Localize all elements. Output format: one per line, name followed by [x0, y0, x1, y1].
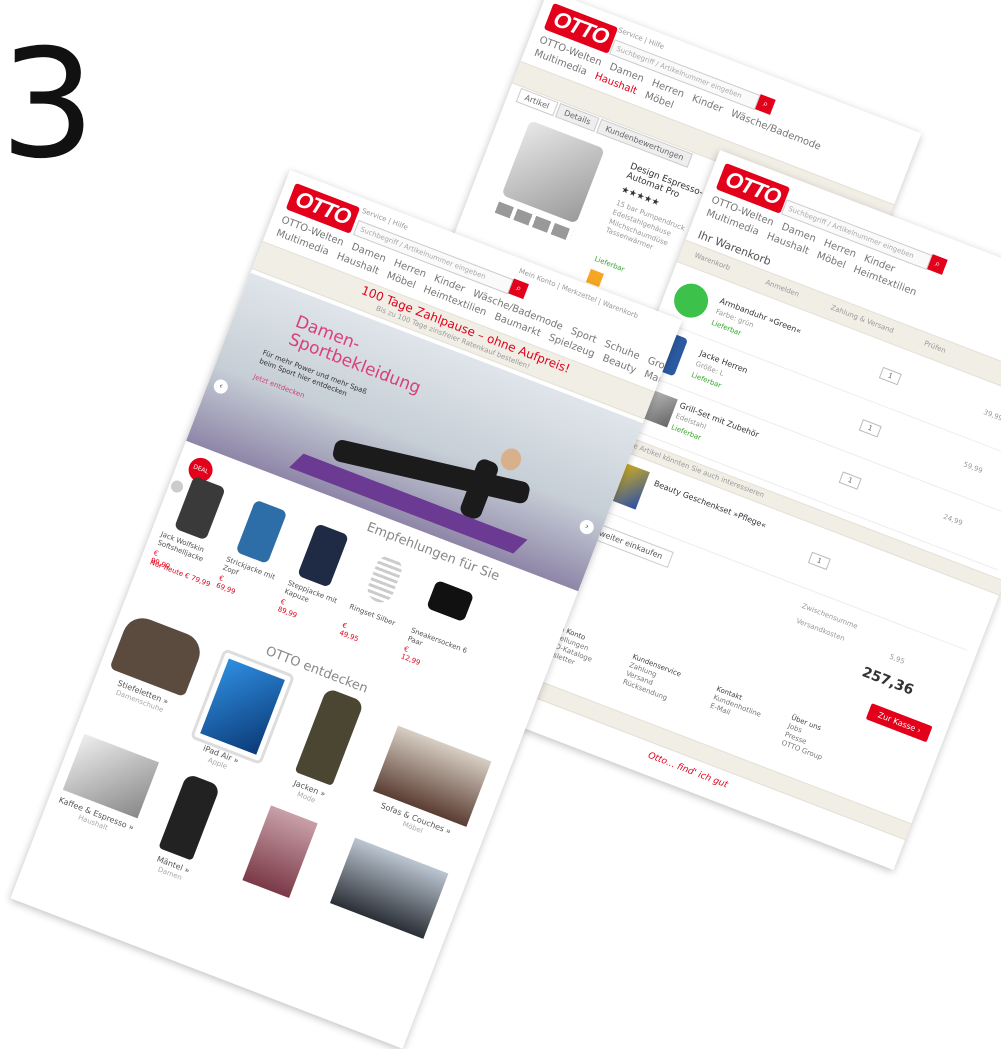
carousel-next-icon[interactable]: › [577, 518, 596, 537]
product-image[interactable] [235, 499, 288, 565]
category-image-pyjama[interactable] [242, 805, 318, 899]
item-price: 24,99 [942, 512, 964, 528]
step-payment: Zahlung & Versand [829, 303, 895, 335]
footer-col: Über uns Jobs Presse OTTO Group [780, 714, 833, 763]
category-image-jacket[interactable] [294, 687, 365, 786]
quantity-field[interactable]: 1 [878, 366, 902, 386]
product-image[interactable] [363, 552, 406, 607]
step-cart: Warenkorb [693, 251, 732, 273]
shipping-value: 5,95 [888, 652, 906, 666]
carousel-dot-icon[interactable] [169, 478, 185, 495]
product-price: € 49,95 [338, 621, 360, 644]
carousel-prev-icon[interactable]: ‹ [211, 377, 230, 396]
item-price: 59,99 [962, 460, 984, 476]
quantity-field[interactable]: 1 [838, 471, 862, 490]
product-image[interactable] [426, 579, 475, 623]
product-image[interactable] [297, 523, 349, 588]
checkout-button[interactable]: Zur Kasse › [865, 703, 933, 743]
ipad-screen [200, 658, 285, 755]
feature-list: 15 bar Pumpendruck Edelstahlgehäuse Milc… [604, 199, 686, 262]
category-image-coat[interactable] [158, 773, 221, 861]
quantity-field[interactable]: 1 [807, 551, 831, 571]
category-image-outdoor[interactable] [329, 837, 449, 939]
quantity-field[interactable]: 1 [858, 419, 882, 438]
cart-total: 257,36 [859, 664, 916, 699]
step-review: Prüfen [922, 339, 947, 355]
footer-col: Kundenservice Zahlung Versand Rücksendun… [621, 653, 683, 705]
watch-image[interactable] [669, 278, 714, 323]
footer-col: Kontakt Kundenhotline E-Mail [708, 685, 765, 729]
slide-number: 3 [0, 18, 96, 192]
step-login: Anmelden [764, 278, 801, 299]
athlete-head [497, 445, 525, 474]
item-price: 39,99 [982, 408, 1001, 423]
